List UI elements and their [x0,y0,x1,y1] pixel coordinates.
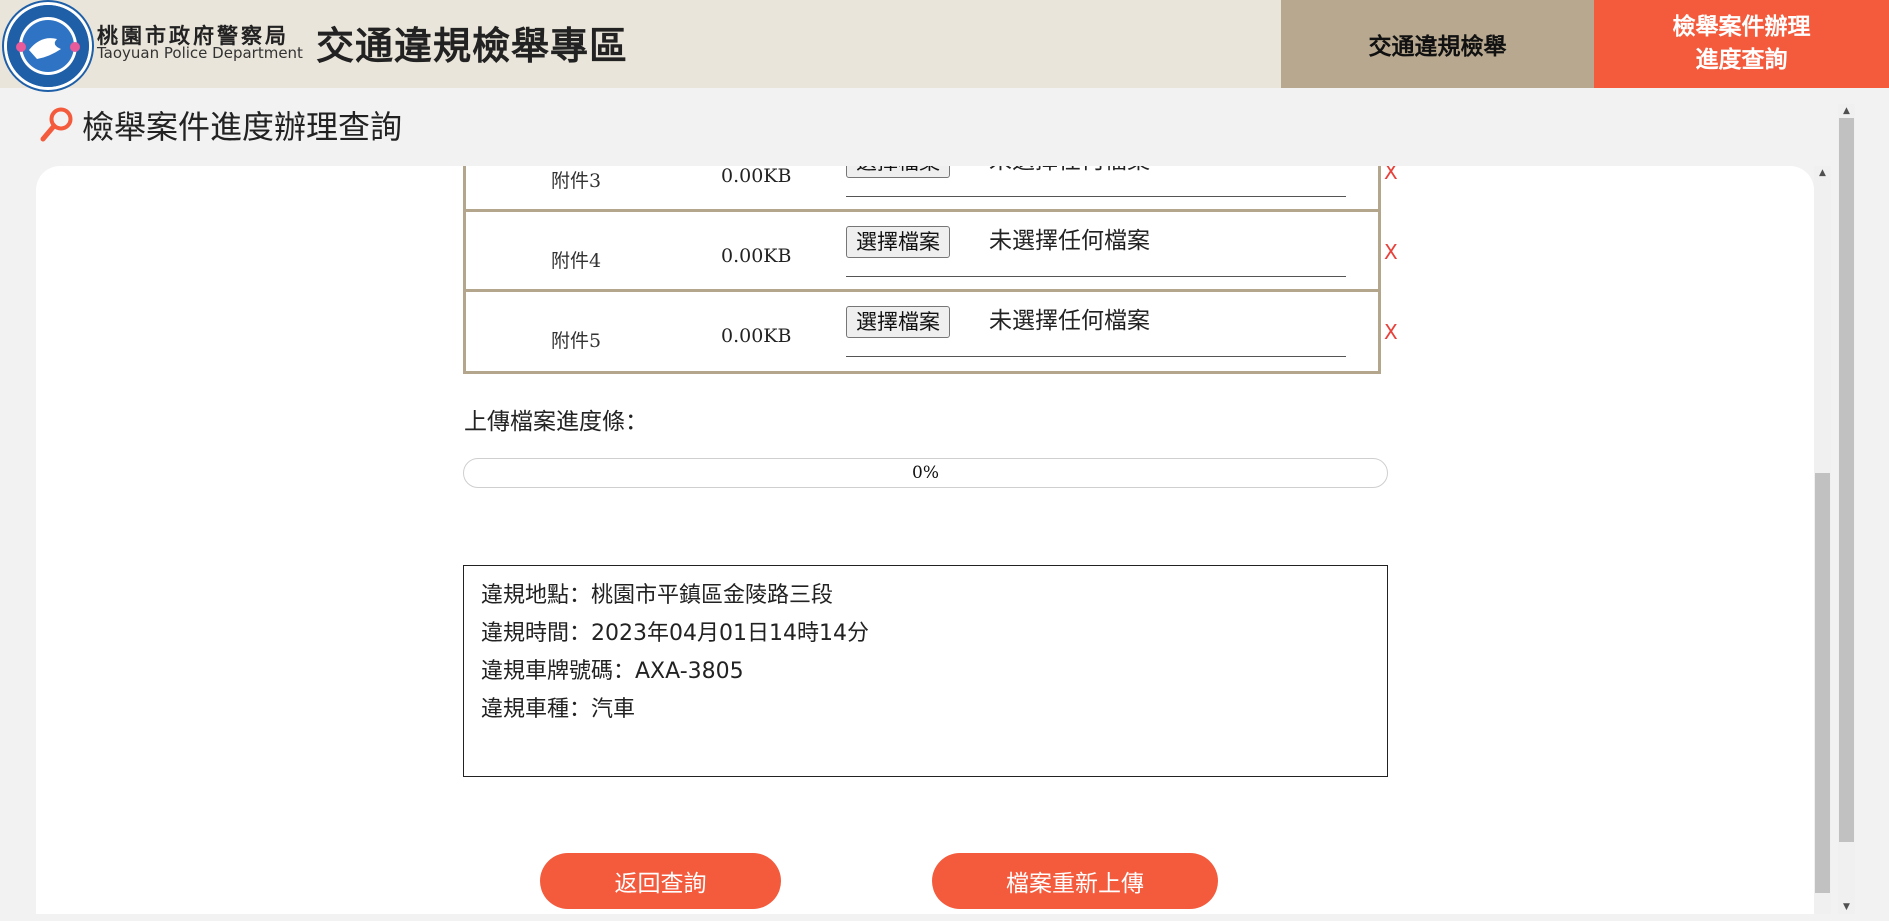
panel-scrollbar[interactable]: ▲ [1814,166,1831,914]
attachment-name: 附件5 [551,330,602,352]
content-panel: 附件3 0.00KB 選擇檔案 未選擇任何檔案 X 附件4 0.00KB 選擇檔… [36,166,1814,914]
remove-attachment-button[interactable]: X [1384,240,1398,264]
file-status: 未選擇任何檔案 [989,228,1150,254]
attachment-size: 0.00KB [721,245,792,267]
page-heading: 檢舉案件進度辦理查詢 [38,100,402,150]
nav-case-progress[interactable]: 檢舉案件辦理 進度查詢 [1594,0,1889,88]
remove-attachment-button[interactable]: X [1384,320,1398,344]
remove-attachment-button[interactable]: X [1384,166,1398,184]
nav-case-progress-label-line1: 檢舉案件辦理 [1672,14,1811,40]
attachment-row: 附件4 0.00KB 選擇檔案 未選擇任何檔案 X [466,212,1398,292]
violation-time: 違規時間：2023年04月01日14時14分 [481,621,869,646]
upload-progress-text: 0% [912,463,939,483]
attachment-name: 附件4 [551,250,602,272]
attachment-row: 附件5 0.00KB 選擇檔案 未選擇任何檔案 X [466,292,1398,372]
scroll-down-arrow-icon[interactable]: ▼ [1838,900,1855,914]
police-logo[interactable] [4,2,92,90]
file-underline [846,276,1346,277]
file-status: 未選擇任何檔案 [989,166,1150,176]
scroll-up-arrow-icon[interactable]: ▲ [1814,166,1831,180]
nav-case-progress-label-line2: 進度查詢 [1695,47,1788,73]
violation-info-box: 違規地點：桃園市平鎮區金陵路三段 違規時間：2023年04月01日14時14分 … [463,565,1388,777]
attachment-size: 0.00KB [721,166,792,187]
nav-traffic-report-label: 交通違規檢舉 [1368,34,1507,60]
upload-progress-label: 上傳檔案進度條： [464,409,648,435]
violation-plate: 違規車牌號碼：AXA-3805 [481,659,744,684]
violation-vehicle-type: 違規車種：汽車 [481,697,636,722]
file-underline [846,356,1346,357]
choose-file-button[interactable]: 選擇檔案 [846,226,950,258]
attachment-name: 附件3 [551,170,602,192]
back-to-query-button[interactable]: 返回查詢 [540,853,781,909]
police-emblem-icon [7,5,89,87]
department-name-english: Taoyuan Police Department [97,44,303,62]
choose-file-button[interactable]: 選擇檔案 [846,166,950,178]
site-header: 桃園市政府警察局 Taoyuan Police Department 交通違規檢… [0,0,1889,90]
attachment-table: 附件3 0.00KB 選擇檔案 未選擇任何檔案 X 附件4 0.00KB 選擇檔… [463,166,1398,374]
file-status: 未選擇任何檔案 [989,308,1150,334]
file-underline [846,196,1346,197]
choose-file-button[interactable]: 選擇檔案 [846,306,950,338]
page-scrollbar-thumb[interactable] [1839,118,1854,842]
nav-traffic-report[interactable]: 交通違規檢舉 [1281,0,1594,88]
page-scrollbar[interactable]: ▲ ▼ [1838,104,1855,914]
violation-location: 違規地點：桃園市平鎮區金陵路三段 [481,583,834,608]
reupload-files-button[interactable]: 檔案重新上傳 [932,853,1218,909]
panel-scrollbar-thumb[interactable] [1815,473,1830,893]
attachment-size: 0.00KB [721,325,792,347]
attachment-row: 附件3 0.00KB 選擇檔案 未選擇任何檔案 X [466,166,1398,212]
upload-progress-bar: 0% [463,458,1388,488]
site-title: 交通違規檢舉專區 [316,24,629,68]
page-title: 檢舉案件進度辦理查詢 [82,108,403,146]
magnifier-icon [40,107,73,142]
scroll-up-arrow-icon[interactable]: ▲ [1838,104,1855,118]
